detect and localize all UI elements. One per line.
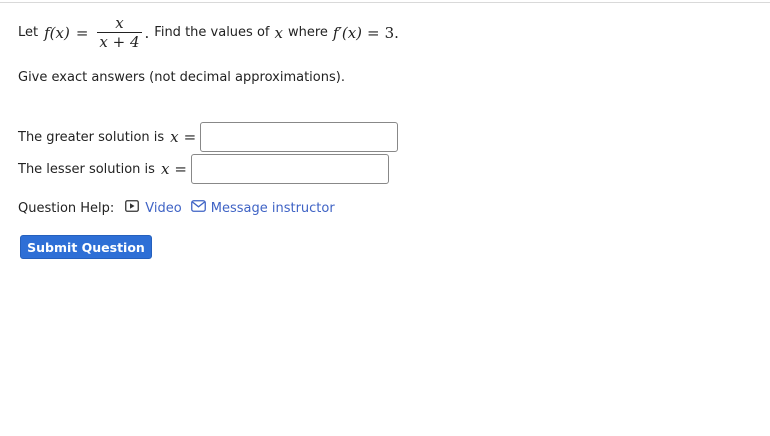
video-link[interactable]: Video <box>125 200 182 216</box>
derivative-expression: f′(x) <box>332 23 363 42</box>
greater-solution-var: x <box>170 128 179 146</box>
greater-solution-input[interactable] <box>200 122 399 152</box>
greater-solution-label: The greater solution is <box>18 129 165 145</box>
greater-solution-eq: = <box>183 128 197 146</box>
lesser-solution-label: The lesser solution is <box>18 161 155 177</box>
where-text: where <box>287 25 328 40</box>
question-help-label: Question Help: <box>18 200 115 216</box>
lesser-solution-var: x <box>160 160 170 178</box>
fraction-numerator: x <box>115 14 124 32</box>
top-divider <box>0 2 770 3</box>
lesser-solution-input[interactable] <box>191 154 389 184</box>
message-instructor-link[interactable]: Message instructor <box>190 200 335 216</box>
fraction-denominator: x + 4 <box>99 33 140 51</box>
find-text: Find the values of <box>154 25 270 40</box>
let-text: Let <box>18 25 39 40</box>
instruction-text: Give exact answers (not decimal approxim… <box>18 70 345 85</box>
target-value: 3 <box>384 23 395 42</box>
period: . <box>144 23 150 42</box>
video-link-label: Video <box>145 200 182 216</box>
message-instructor-label: Message instructor <box>210 200 335 216</box>
function-fraction: x x + 4 <box>97 14 142 51</box>
greater-solution-row: The greater solution is x = <box>18 122 399 152</box>
lesser-solution-eq: = <box>174 160 187 178</box>
lesser-solution-row: The lesser solution is x = <box>18 154 389 184</box>
video-icon <box>125 200 140 216</box>
period-2: . <box>394 23 399 42</box>
x-variable: x <box>274 23 283 42</box>
envelope-icon <box>190 200 206 216</box>
function-name: f(x) <box>44 23 70 42</box>
equals-sign: = <box>75 23 89 42</box>
submit-question-button[interactable]: Submit Question <box>20 235 152 259</box>
question-statement: Let f(x) = x x + 4 . Find the values of … <box>18 14 399 51</box>
question-help: Question Help: Video Message instructor <box>18 200 335 216</box>
equals-sign-2: = <box>367 23 380 42</box>
